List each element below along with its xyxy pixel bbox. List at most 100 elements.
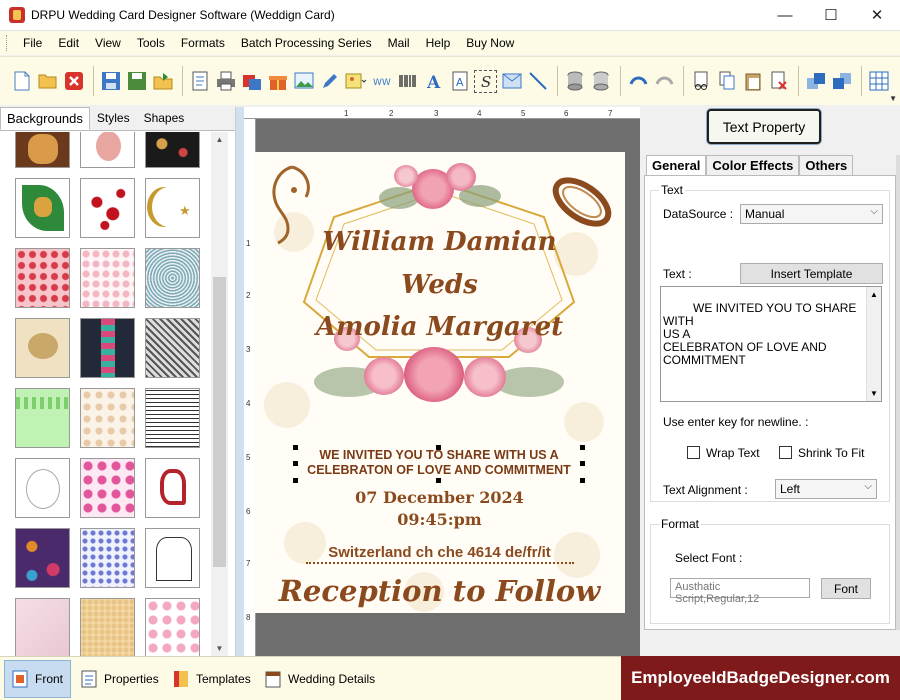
- background-thumbnail[interactable]: [80, 318, 135, 378]
- maximize-button[interactable]: ☐: [808, 0, 854, 31]
- text-content-field[interactable]: WE INVITED YOU TO SHARE WITH US A CELEBR…: [660, 286, 882, 402]
- weds-text[interactable]: Weds: [254, 270, 625, 300]
- background-thumbnail[interactable]: [15, 598, 70, 656]
- scroll-down-icon[interactable]: ▼: [211, 644, 228, 653]
- symbol-icon[interactable]: S: [474, 69, 497, 93]
- grid-icon[interactable]: [867, 70, 890, 93]
- background-thumbnail[interactable]: [145, 598, 200, 656]
- background-thumbnail[interactable]: [80, 458, 135, 518]
- barcode-icon[interactable]: [396, 70, 419, 93]
- wrap-text-checkbox[interactable]: [687, 446, 700, 459]
- bring-front-icon[interactable]: [804, 70, 827, 93]
- copy-icon[interactable]: [715, 70, 738, 93]
- menu-mail[interactable]: Mail: [380, 31, 418, 55]
- tab-shapes[interactable]: Shapes: [137, 107, 192, 130]
- reception-text[interactable]: Reception to Follow: [254, 574, 625, 608]
- right-panel-scrollbar[interactable]: [896, 155, 900, 630]
- gift-icon[interactable]: [266, 70, 289, 93]
- tab-backgrounds[interactable]: Backgrounds: [0, 107, 90, 130]
- image-icon[interactable]: [292, 70, 315, 93]
- background-thumbnail[interactable]: [145, 458, 200, 518]
- menu-file[interactable]: File: [15, 31, 50, 55]
- shrink-to-fit-checkbox[interactable]: [779, 446, 792, 459]
- background-thumbnail[interactable]: [15, 132, 70, 168]
- batch-print-icon[interactable]: [240, 70, 263, 93]
- tab-others[interactable]: Others: [799, 155, 854, 175]
- background-thumbnail[interactable]: [15, 528, 70, 588]
- cut-icon[interactable]: [689, 70, 712, 93]
- event-date[interactable]: 07 December 2024: [254, 488, 625, 507]
- background-thumbnail[interactable]: [80, 388, 135, 448]
- new-icon[interactable]: [10, 70, 33, 93]
- scroll-up-icon[interactable]: ▲: [870, 288, 878, 301]
- save-as-icon[interactable]: [125, 70, 148, 93]
- panel-splitter[interactable]: [236, 107, 244, 656]
- background-thumbnail[interactable]: [145, 318, 200, 378]
- event-time[interactable]: 09:45:pm: [254, 510, 625, 529]
- resize-handle[interactable]: [436, 478, 441, 483]
- open-icon[interactable]: [36, 70, 59, 93]
- background-thumbnail[interactable]: [145, 248, 200, 308]
- wedding-details-button[interactable]: Wedding Details: [258, 660, 388, 698]
- wedding-card[interactable]: William Damian Weds Amolia Margaret WE I…: [254, 152, 625, 613]
- print-icon[interactable]: [214, 70, 237, 93]
- datasource-select[interactable]: Manual ⌵: [740, 204, 883, 224]
- background-thumbnail[interactable]: [80, 178, 135, 238]
- background-thumbnail[interactable]: [145, 132, 200, 168]
- resize-handle[interactable]: [580, 478, 585, 483]
- resize-handle[interactable]: [293, 478, 298, 483]
- background-thumbnail[interactable]: [80, 132, 135, 168]
- menu-formats[interactable]: Formats: [173, 31, 233, 55]
- toolbar-overflow-icon[interactable]: ▼: [889, 94, 897, 103]
- export-icon[interactable]: [151, 70, 174, 93]
- font-button[interactable]: Font: [821, 578, 871, 599]
- background-thumbnail[interactable]: [15, 248, 70, 308]
- delete-icon[interactable]: [767, 70, 790, 93]
- close-button[interactable]: ✕: [854, 0, 900, 31]
- text-icon[interactable]: A: [422, 70, 445, 93]
- database-icon[interactable]: [563, 70, 586, 93]
- bride-name[interactable]: Amolia Margaret: [254, 312, 625, 342]
- tab-general[interactable]: General: [646, 155, 707, 175]
- templates-button[interactable]: Templates: [166, 660, 256, 698]
- mail-icon[interactable]: [500, 70, 523, 93]
- menu-view[interactable]: View: [87, 31, 129, 55]
- line-icon[interactable]: [526, 70, 549, 93]
- resize-handle[interactable]: [580, 461, 585, 466]
- scroll-up-icon[interactable]: ▲: [211, 135, 228, 144]
- insert-template-button[interactable]: Insert Template: [740, 263, 883, 284]
- picture-dropdown-icon[interactable]: [344, 70, 367, 93]
- undo-icon[interactable]: [626, 70, 649, 93]
- send-back-icon[interactable]: [830, 70, 853, 93]
- background-thumbnail[interactable]: [15, 388, 70, 448]
- background-thumbnail[interactable]: [80, 598, 135, 656]
- background-thumbnail[interactable]: [80, 528, 135, 588]
- menu-batch-processing[interactable]: Batch Processing Series: [233, 31, 380, 55]
- selected-invite-text[interactable]: WE INVITED YOU TO SHARE WITH US A CELEBR…: [293, 445, 585, 483]
- redo-icon[interactable]: [652, 70, 675, 93]
- scroll-down-icon[interactable]: ▼: [870, 387, 878, 400]
- menu-buy-now[interactable]: Buy Now: [458, 31, 522, 55]
- resize-handle[interactable]: [580, 445, 585, 450]
- minimize-button[interactable]: —: [762, 0, 808, 31]
- watermark-icon[interactable]: WW: [370, 70, 393, 93]
- textbox-scrollbar[interactable]: ▲ ▼: [866, 287, 881, 401]
- close-file-icon[interactable]: [62, 70, 85, 93]
- scrollbar-thumb[interactable]: [213, 277, 226, 567]
- left-scrollbar[interactable]: ▲ ▼: [211, 132, 228, 656]
- groom-name[interactable]: William Damian: [254, 227, 625, 257]
- database-settings-icon[interactable]: [589, 70, 612, 93]
- event-location[interactable]: Switzerland ch che 4614 de/fr/it: [254, 544, 625, 561]
- properties-icon[interactable]: [188, 70, 211, 93]
- text-alignment-select[interactable]: Left ⌵: [775, 479, 877, 499]
- properties-button[interactable]: Properties: [74, 660, 162, 698]
- background-thumbnail[interactable]: [15, 458, 70, 518]
- background-thumbnail[interactable]: [15, 178, 70, 238]
- menu-help[interactable]: Help: [418, 31, 459, 55]
- background-thumbnail[interactable]: [80, 248, 135, 308]
- menu-tools[interactable]: Tools: [129, 31, 173, 55]
- pen-icon[interactable]: [318, 70, 341, 93]
- tab-styles[interactable]: Styles: [90, 107, 137, 130]
- paste-icon[interactable]: [741, 70, 764, 93]
- background-thumbnail[interactable]: [145, 388, 200, 448]
